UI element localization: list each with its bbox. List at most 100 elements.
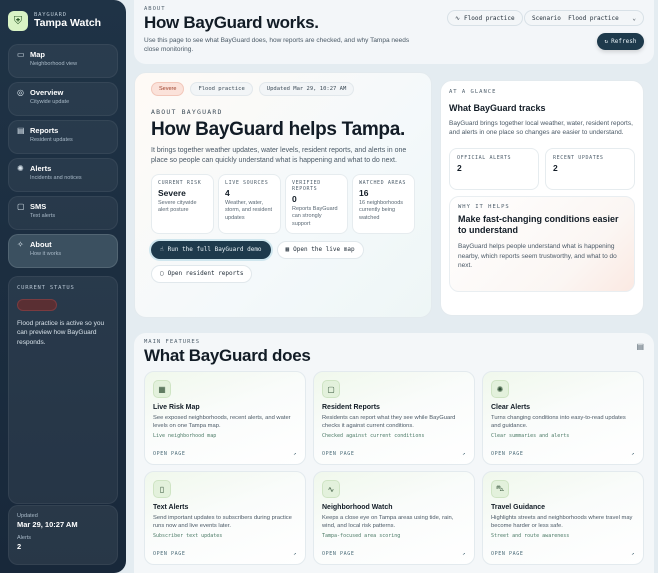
why-title: Make fast-changing conditions easier to … bbox=[458, 213, 619, 236]
phone-icon: ▯ bbox=[153, 480, 171, 498]
feature-title: Text Alerts bbox=[153, 504, 189, 511]
sidebar-item-sub: Citywide update bbox=[30, 99, 70, 105]
open-page-label: OPEN PAGE bbox=[491, 451, 524, 457]
sidebar-item-alerts[interactable]: ✺ Alerts Incidents and notices bbox=[8, 158, 118, 192]
sidebar-item-reports[interactable]: ▤ Reports Resident updates bbox=[8, 120, 118, 154]
why-it-helps-card: WHY IT HELPS Make fast-changing conditio… bbox=[449, 195, 635, 292]
features-title: What BayGuard does bbox=[144, 346, 311, 365]
sidebar-item-sub: Incidents and notices bbox=[30, 175, 82, 181]
open-page-label: OPEN PAGE bbox=[153, 551, 186, 557]
recent-updates-stat: RECENT UPDATES 2 bbox=[545, 147, 635, 190]
feature-title: Clear Alerts bbox=[491, 404, 531, 411]
flood-practice-chip[interactable]: ∿ Flood practice bbox=[447, 10, 523, 26]
shield-icon: ⛨ bbox=[8, 11, 28, 31]
why-description: BayGuard helps people understand what is… bbox=[458, 243, 617, 270]
official-alerts-stat: OFFICIAL ALERTS 2 bbox=[449, 147, 539, 190]
arrow-up-right-icon: ↗ bbox=[293, 551, 297, 557]
bell-icon: ✺ bbox=[17, 163, 24, 173]
glance-card: AT A GLANCE What BayGuard tracks BayGuar… bbox=[440, 80, 644, 316]
feature-tag: Street and route awareness bbox=[491, 533, 570, 540]
sidebar: ⛨ BAYGUARD Tampa Watch ▭ Map Neighborhood… bbox=[0, 0, 126, 573]
open-page-label: OPEN PAGE bbox=[491, 551, 524, 557]
hero-stats: CURRENT RISK Severe Severe citywide aler… bbox=[151, 173, 415, 234]
sidebar-item-label: Map bbox=[30, 50, 45, 59]
open-reports-label: Open resident reports bbox=[167, 270, 244, 278]
open-page-link[interactable]: OPEN PAGE ↗ bbox=[322, 551, 466, 557]
main: ABOUT How BayGuard works. Use this page … bbox=[134, 0, 654, 573]
open-page-link[interactable]: OPEN PAGE ↗ bbox=[322, 451, 466, 457]
updated-card: Updated Mar 29, 10:27 AM Alerts 2 bbox=[8, 505, 118, 565]
open-resident-reports-button[interactable]: ▢ Open resident reports bbox=[151, 264, 253, 283]
run-demo-button[interactable]: ☝ Run the full BayGuard demo bbox=[151, 240, 271, 259]
open-page-label: OPEN PAGE bbox=[322, 451, 355, 457]
open-map-label: Open the live map bbox=[293, 246, 355, 254]
feature-card-resident-reports[interactable]: ▢ Resident Reports Residents can report … bbox=[313, 371, 475, 465]
features-eyebrow: MAIN FEATURES bbox=[144, 339, 201, 345]
status-card: CURRENT STATUS Flood practice is active … bbox=[8, 276, 118, 504]
sidebar-item-sms[interactable]: ▢ SMS Text alerts bbox=[8, 196, 118, 230]
status-badge bbox=[17, 299, 57, 311]
scenario-value: Flood practice bbox=[568, 14, 619, 22]
stat-desc: 16 neighborhoods currently being watched bbox=[359, 199, 404, 221]
hero-description: It brings together weather updates, wate… bbox=[151, 147, 407, 164]
stat-label: CURRENT RISK bbox=[158, 179, 202, 186]
feature-card-live-risk-map[interactable]: ▦ Live Risk Map See exposed neighborhood… bbox=[144, 371, 306, 465]
glance-stats: OFFICIAL ALERTS 2 RECENT UPDATES 2 bbox=[449, 147, 635, 190]
feature-desc: Highlights streets and neighborhoods whe… bbox=[491, 515, 633, 530]
open-page-link[interactable]: OPEN PAGE ↗ bbox=[153, 451, 297, 457]
sidebar-item-map[interactable]: ▭ Map Neighborhood view bbox=[8, 44, 118, 78]
stat-watched-areas: WATCHED AREAS 16 16 neighborhoods curren… bbox=[352, 173, 415, 234]
glance-eyebrow: AT A GLANCE bbox=[449, 89, 497, 95]
feature-card-neighborhood-watch[interactable]: ∿ Neighborhood Watch Keeps a close eye o… bbox=[313, 471, 475, 565]
feature-card-text-alerts[interactable]: ▯ Text Alerts Send important updates to … bbox=[144, 471, 306, 565]
compass-icon: ◎ bbox=[17, 87, 24, 97]
activity-icon: ∿ bbox=[455, 14, 461, 22]
refresh-label: Refresh bbox=[611, 38, 637, 45]
sparkle-icon: ✧ bbox=[17, 239, 24, 249]
sidebar-item-overview[interactable]: ◎ Overview Citywide update bbox=[8, 82, 118, 116]
stat-value: 2 bbox=[553, 162, 558, 173]
hero-eyebrow: ABOUT BAYGUARD bbox=[151, 108, 223, 116]
sidebar-item-label: Alerts bbox=[30, 164, 52, 173]
feature-title: Resident Reports bbox=[322, 404, 380, 411]
glance-description: BayGuard brings together local weather, … bbox=[449, 120, 633, 137]
map-icon: ▦ bbox=[285, 246, 290, 254]
brand-name: Tampa Watch bbox=[34, 17, 102, 30]
stat-verified-reports: VERIFIED REPORTS 0 Reports BayGuard can … bbox=[285, 173, 348, 234]
updated-badge: Updated Mar 29, 10:27 AM bbox=[258, 82, 355, 96]
feature-desc: Send important updates to subscribers du… bbox=[153, 515, 292, 530]
feature-title: Live Risk Map bbox=[153, 404, 200, 411]
feature-tag: Clear summaries and alerts bbox=[491, 433, 570, 440]
severity-badge: Severe bbox=[151, 82, 185, 96]
open-page-link[interactable]: OPEN PAGE ↗ bbox=[491, 551, 635, 557]
features-section: MAIN FEATURES What BayGuard does ▤ ▦ Liv… bbox=[134, 333, 654, 573]
scenario-select[interactable]: Scenario Flood practice ⌄ bbox=[524, 10, 644, 26]
updated-label: Updated bbox=[17, 513, 38, 519]
sidebar-item-sub: Neighborhood view bbox=[30, 61, 78, 67]
feature-card-travel-guidance[interactable]: ⛍ Travel Guidance Highlights streets and… bbox=[482, 471, 644, 565]
sidebar-item-about[interactable]: ✧ About How it works bbox=[8, 234, 118, 268]
stat-label: OFFICIAL ALERTS bbox=[457, 154, 512, 161]
page-description: Use this page to see what BayGuard does,… bbox=[144, 37, 410, 54]
open-page-link[interactable]: OPEN PAGE ↗ bbox=[153, 551, 297, 557]
open-page-link[interactable]: OPEN PAGE ↗ bbox=[491, 451, 635, 457]
stat-live-sources: LIVE SOURCES 4 Weather, water, storm, an… bbox=[218, 173, 281, 234]
feature-tag: Subscriber text updates bbox=[153, 533, 223, 540]
open-live-map-button[interactable]: ▦ Open the live map bbox=[276, 240, 364, 259]
stat-label: WATCHED AREAS bbox=[359, 179, 406, 186]
sidebar-item-label: About bbox=[30, 240, 52, 249]
sidebar-item-sub: Text alerts bbox=[30, 213, 56, 219]
stat-desc: Weather, water, storm, and resident upda… bbox=[225, 199, 273, 221]
stat-value: 0 bbox=[292, 193, 297, 204]
sidebar-item-label: SMS bbox=[30, 202, 47, 211]
scenario-badge: Flood practice bbox=[190, 82, 253, 96]
status-text: Flood practice is active so you can prev… bbox=[17, 320, 105, 346]
sidebar-item-sub: Resident updates bbox=[30, 137, 73, 143]
run-demo-label: Run the full BayGuard demo bbox=[167, 246, 262, 254]
feature-desc: Residents can report what they see while… bbox=[322, 415, 456, 430]
alerts-value: 2 bbox=[17, 542, 22, 551]
feature-card-clear-alerts[interactable]: ✺ Clear Alerts Turns changing conditions… bbox=[482, 371, 644, 465]
refresh-button[interactable]: ↻ Refresh bbox=[597, 33, 644, 50]
stat-desc: Reports BayGuard can strongly support bbox=[292, 205, 338, 227]
open-page-label: OPEN PAGE bbox=[153, 451, 186, 457]
